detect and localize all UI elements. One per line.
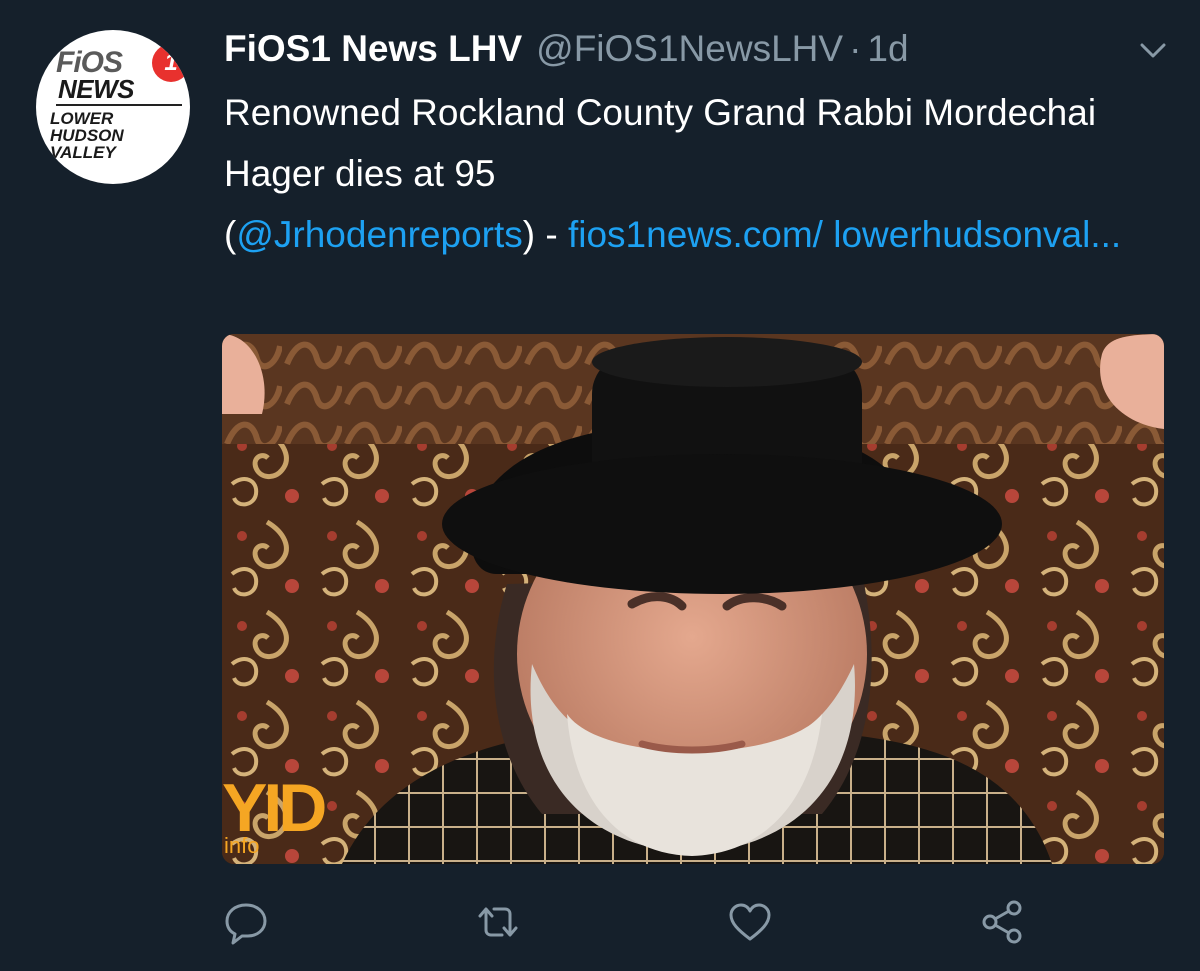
watermark-logo: YID info [222,774,327,858]
share-icon[interactable] [978,898,1026,946]
avatar[interactable]: FiOS 1 NEWS LOWER HUDSON VALLEY [36,30,190,184]
display-name[interactable]: FiOS1 News LHV [224,26,522,72]
media-photo [222,334,1164,864]
timestamp[interactable]: 1d [867,26,908,72]
avatar-logo-news: NEWS [58,74,135,104]
avatar-logo-divider [56,104,182,106]
retweet-icon[interactable] [474,898,522,946]
paren-close-dash: ) - [522,214,568,255]
mention-link[interactable]: @Jrhodenreports [236,214,522,255]
avatar-logo-sub: LOWER HUDSON VALLEY [50,109,124,162]
heart-icon[interactable] [726,898,774,946]
tweet-actions [0,898,1200,948]
tweet-text: Renowned Rockland County Grand Rabbi Mor… [224,82,1164,265]
separator-dot: · [849,28,862,69]
tweet-card[interactable]: FiOS 1 NEWS LOWER HUDSON VALLEY FiOS1 Ne… [0,0,1200,971]
tweet-media-image[interactable]: YID info [222,334,1164,864]
chevron-down-icon[interactable] [1136,36,1170,64]
avatar-logo-one: 1 [152,44,190,82]
url-link[interactable]: fios1news.com/ lowerhudsonval... [568,214,1121,255]
paren-open: ( [224,214,237,255]
watermark-sub: info [224,833,260,858]
tweet-header: FiOS1 News LHV @FiOS1NewsLHV · 1d [224,26,909,76]
reply-icon[interactable] [222,898,270,946]
user-handle[interactable]: @FiOS1NewsLHV [536,26,843,72]
tweet-body: Renowned Rockland County Grand Rabbi Mor… [224,92,1097,194]
